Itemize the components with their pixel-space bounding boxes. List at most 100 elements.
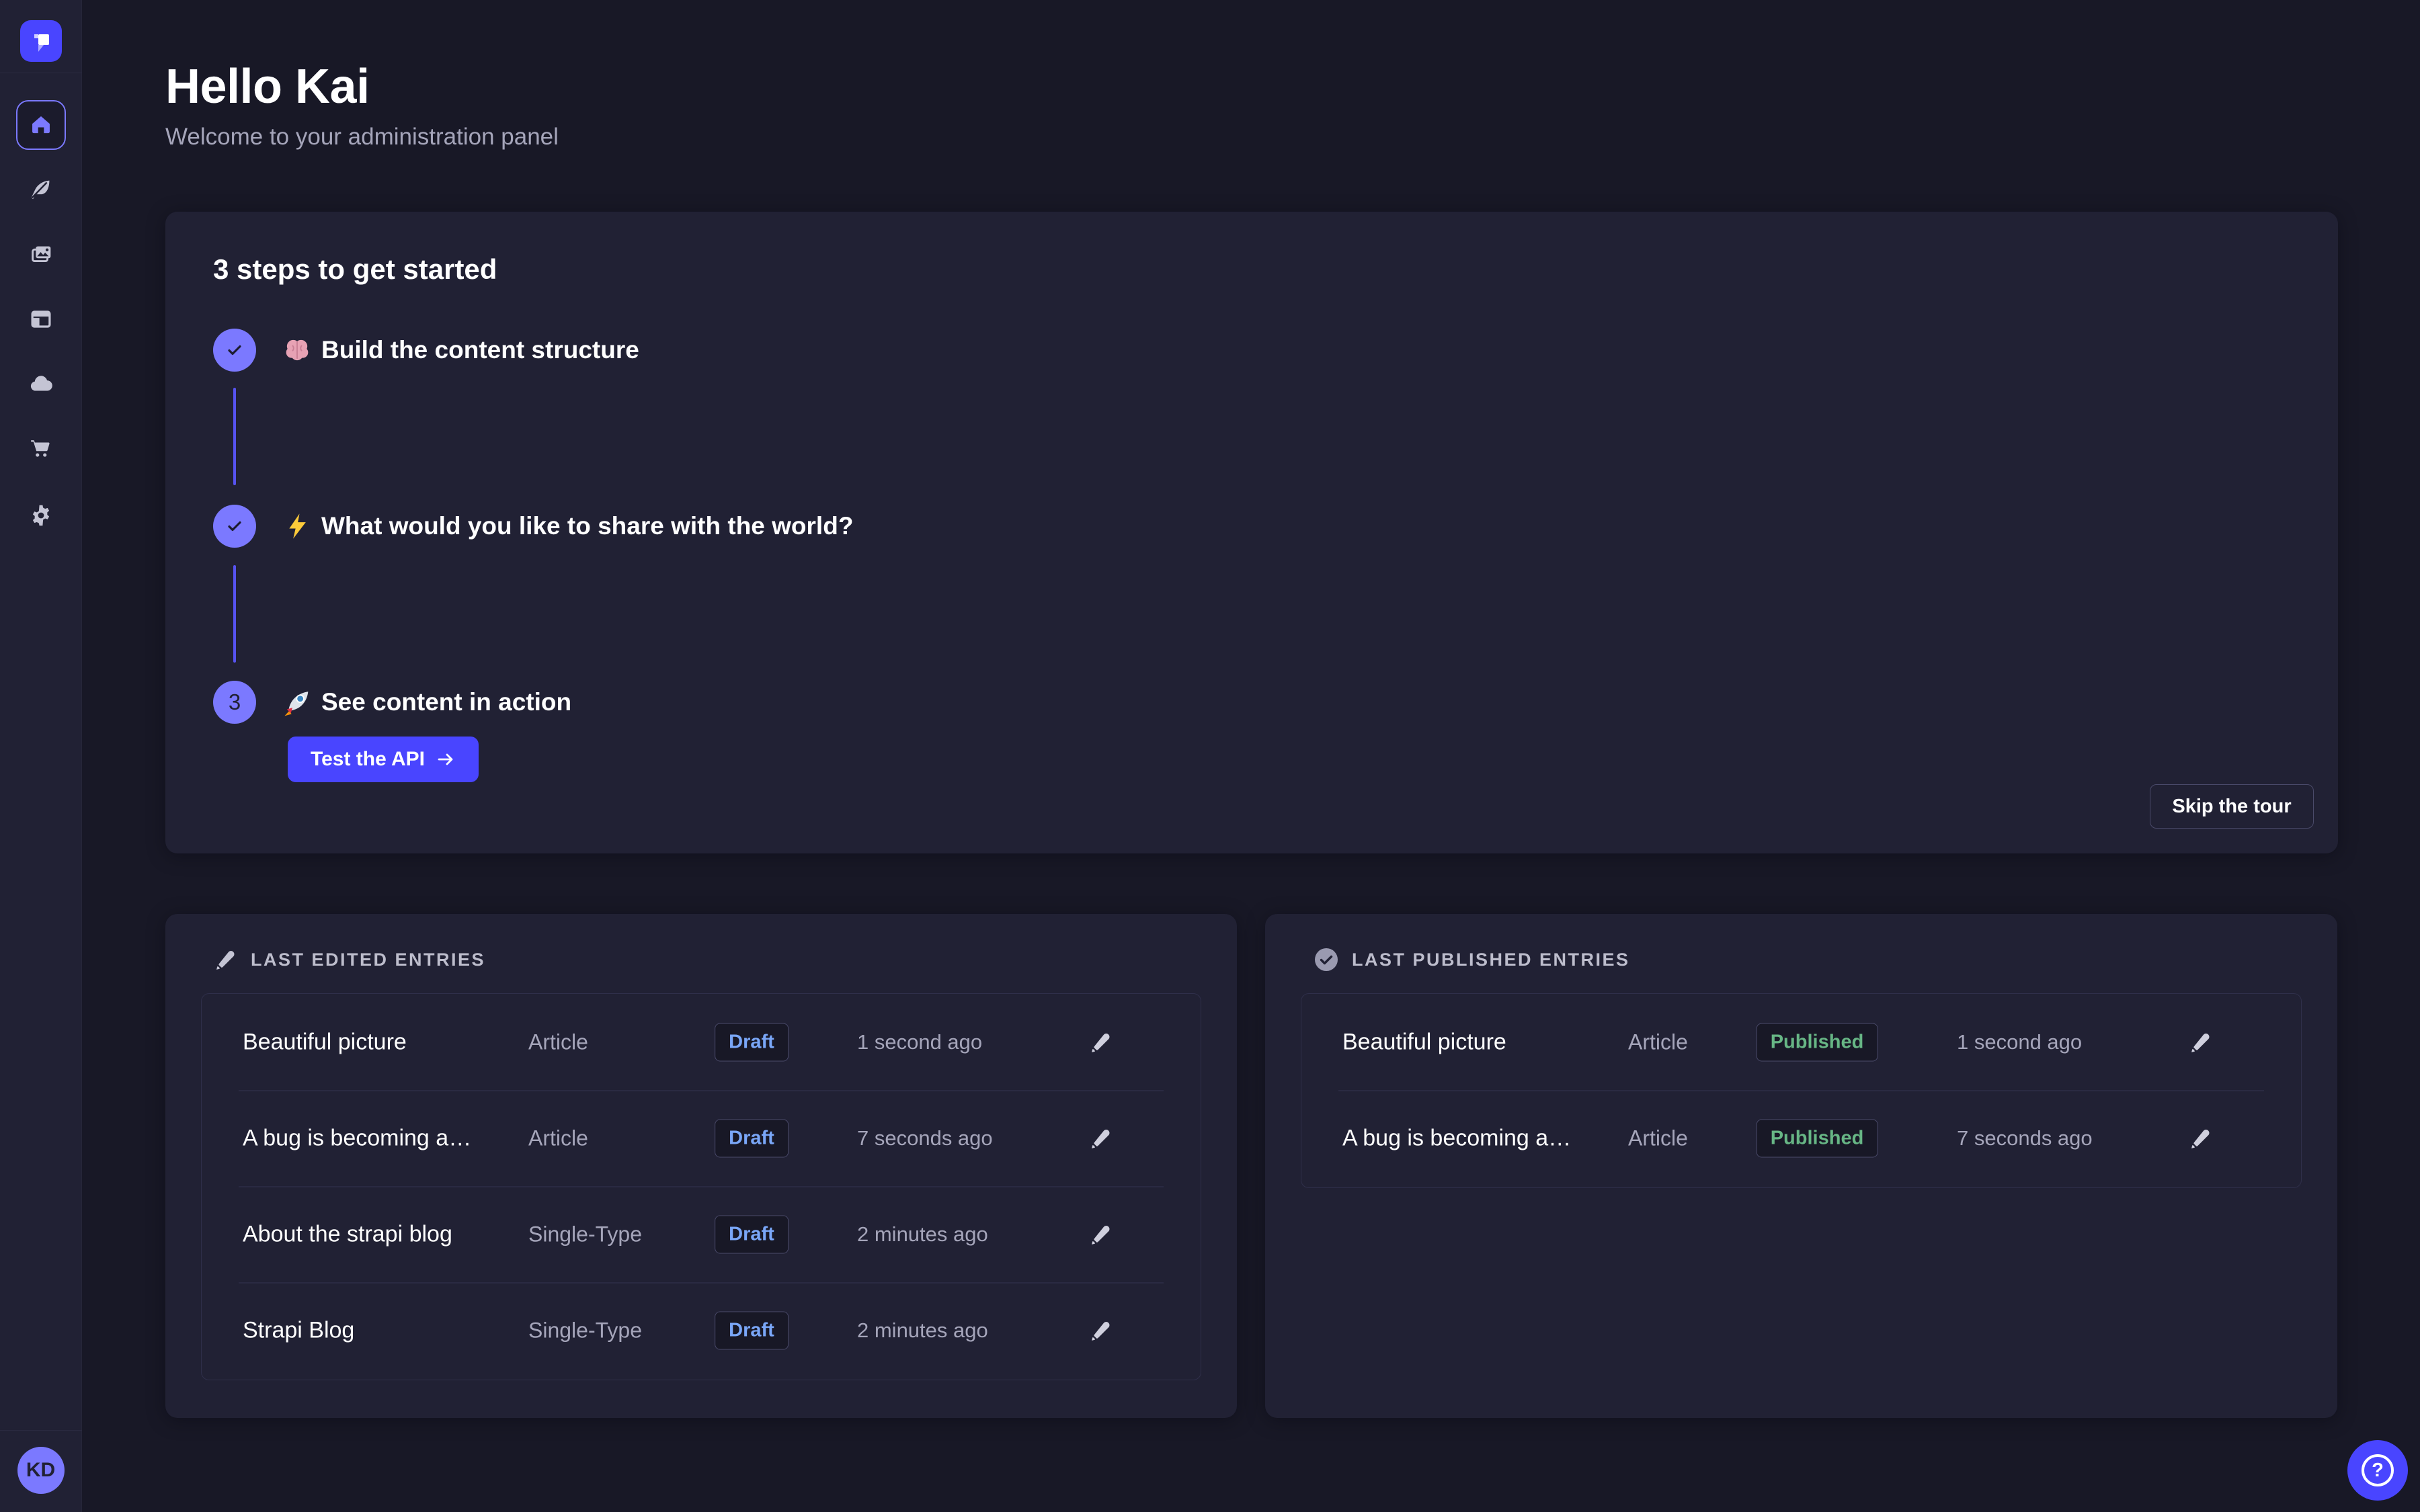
- status-badge: Published: [1757, 1119, 1878, 1157]
- step-3-label: See content in action: [283, 688, 571, 716]
- brain-emoji-icon: [283, 336, 311, 364]
- page-title: Hello Kai: [165, 59, 370, 114]
- sidebar-item-media-library[interactable]: [16, 230, 66, 280]
- entry-type: Single-Type: [528, 1222, 642, 1247]
- pencil-icon: [1088, 1126, 1114, 1151]
- status-badge: Draft: [715, 1023, 789, 1061]
- check-icon: [225, 340, 245, 360]
- last-edited-card: LAST EDITED ENTRIES Beautiful picture Ar…: [165, 914, 1237, 1418]
- test-api-button[interactable]: Test the API: [288, 737, 479, 782]
- entry-time: 1 second ago: [1957, 1030, 2082, 1054]
- entry-title: Strapi Blog: [243, 1317, 354, 1343]
- entry-title: Beautiful picture: [243, 1029, 407, 1055]
- strapi-admin-dashboard: KD Hello Kai Welcome to your administrat…: [0, 0, 2420, 1512]
- status-badge: Draft: [715, 1119, 789, 1157]
- lightning-emoji-icon: [283, 512, 311, 540]
- skip-tour-button[interactable]: Skip the tour: [2150, 784, 2314, 829]
- entry-title: Beautiful picture: [1342, 1029, 1506, 1055]
- pencil-icon: [1088, 1030, 1114, 1055]
- edit-entry-button[interactable]: [1082, 1023, 1120, 1061]
- gear-icon: [27, 501, 55, 530]
- entry-time: 7 seconds ago: [857, 1126, 993, 1150]
- step-2-check-circle: [213, 505, 256, 548]
- entry-type: Article: [528, 1030, 588, 1054]
- sidebar: KD: [0, 0, 82, 1512]
- edit-entry-button[interactable]: [2182, 1120, 2220, 1157]
- sidebar-item-deploy[interactable]: [16, 360, 66, 409]
- user-avatar[interactable]: KD: [17, 1447, 65, 1494]
- step-1-check-circle: [213, 329, 256, 372]
- question-mark-icon: ?: [2362, 1454, 2394, 1486]
- table-row: Strapi Blog Single-Type Draft 2 minutes …: [202, 1282, 1201, 1378]
- skip-tour-label: Skip the tour: [2172, 796, 2291, 817]
- edit-entry-button[interactable]: [2182, 1023, 2220, 1061]
- step-3-number-circle: 3: [213, 681, 256, 724]
- status-badge: Published: [1757, 1023, 1878, 1061]
- rocket-emoji-icon: [283, 688, 311, 716]
- step-2-label: What would you like to share with the wo…: [283, 512, 853, 540]
- pencil-icon: [1088, 1318, 1114, 1343]
- pencil-icon: [2188, 1126, 2214, 1151]
- entry-title: About the strapi blog: [243, 1221, 452, 1247]
- onboarding-title: 3 steps to get started: [213, 253, 497, 286]
- sidebar-item-marketplace[interactable]: [16, 424, 66, 474]
- pencil-icon: [213, 947, 239, 972]
- cart-icon: [27, 435, 55, 463]
- home-icon: [28, 112, 54, 138]
- last-published-heading: LAST PUBLISHED ENTRIES: [1352, 950, 1630, 970]
- status-badge: Draft: [715, 1311, 789, 1349]
- sidebar-item-content-manager[interactable]: [16, 165, 66, 214]
- entry-type: Article: [528, 1126, 588, 1150]
- pencil-icon: [1088, 1222, 1114, 1247]
- feather-icon: [27, 175, 55, 204]
- last-edited-header: LAST EDITED ENTRIES: [213, 945, 485, 974]
- entry-type: Article: [1628, 1126, 1688, 1150]
- table-row: A bug is becoming a… Article Draft 7 sec…: [202, 1090, 1201, 1186]
- sidebar-item-home[interactable]: [16, 100, 66, 150]
- last-edited-heading: LAST EDITED ENTRIES: [251, 950, 485, 970]
- entry-time: 1 second ago: [857, 1030, 982, 1054]
- last-published-header: LAST PUBLISHED ENTRIES: [1313, 945, 1630, 974]
- last-published-table: Beautiful picture Article Published 1 se…: [1301, 993, 2302, 1188]
- entry-time: 2 minutes ago: [857, 1318, 988, 1343]
- help-button[interactable]: ?: [2347, 1440, 2408, 1501]
- step-1-label: Build the content structure: [283, 336, 639, 364]
- step-2-text: What would you like to share with the wo…: [321, 512, 853, 540]
- entry-time: 7 seconds ago: [1957, 1126, 2093, 1150]
- table-row: Beautiful picture Article Published 1 se…: [1301, 994, 2301, 1090]
- last-edited-table: Beautiful picture Article Draft 1 second…: [201, 993, 1201, 1380]
- step-connector-1: [233, 388, 236, 485]
- last-published-card: LAST PUBLISHED ENTRIES Beautiful picture…: [1265, 914, 2337, 1418]
- media-library-icon: [27, 241, 55, 269]
- step-3-number: 3: [229, 689, 241, 715]
- table-row: A bug is becoming a… Article Published 7…: [1301, 1090, 2301, 1186]
- edit-entry-button[interactable]: [1082, 1216, 1120, 1253]
- sidebar-item-settings[interactable]: [16, 491, 66, 540]
- table-row: About the strapi blog Single-Type Draft …: [202, 1186, 1201, 1282]
- sidebar-divider-bottom: [0, 1430, 82, 1431]
- page-subtitle: Welcome to your administration panel: [165, 124, 559, 151]
- check-circle-icon: [1313, 946, 1340, 973]
- entry-time: 2 minutes ago: [857, 1222, 988, 1247]
- test-api-label: Test the API: [311, 748, 425, 771]
- pencil-icon: [2188, 1030, 2214, 1055]
- strapi-logo[interactable]: [20, 20, 62, 62]
- step-1-text: Build the content structure: [321, 336, 639, 364]
- step-connector-2: [233, 565, 236, 663]
- check-icon: [225, 516, 245, 536]
- onboarding-card: 3 steps to get started Build the content…: [165, 212, 2338, 853]
- entry-type: Article: [1628, 1030, 1688, 1054]
- entry-type: Single-Type: [528, 1318, 642, 1343]
- entry-title: A bug is becoming a…: [1342, 1125, 1571, 1151]
- edit-entry-button[interactable]: [1082, 1120, 1120, 1157]
- table-row: Beautiful picture Article Draft 1 second…: [202, 994, 1201, 1090]
- layout-icon: [27, 305, 55, 333]
- status-badge: Draft: [715, 1215, 789, 1253]
- sidebar-item-content-type-builder[interactable]: [16, 294, 66, 344]
- arrow-right-icon: [436, 749, 456, 769]
- edit-entry-button[interactable]: [1082, 1312, 1120, 1349]
- avatar-initials: KD: [26, 1459, 55, 1482]
- step-3-text: See content in action: [321, 688, 571, 716]
- entry-title: A bug is becoming a…: [243, 1125, 471, 1151]
- strapi-logo-icon: [26, 26, 56, 56]
